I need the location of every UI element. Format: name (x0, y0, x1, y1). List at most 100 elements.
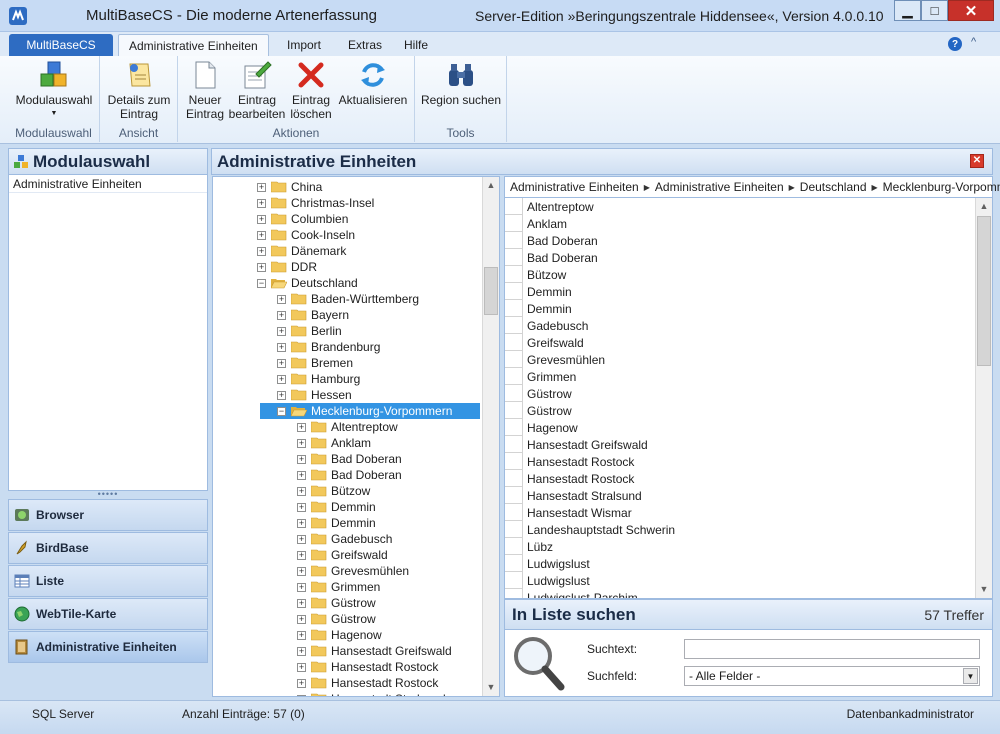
tree-node[interactable]: + Bremen (277, 355, 353, 371)
region-search-button[interactable]: Region suchen (420, 60, 502, 107)
minimize-button[interactable]: ▁ (894, 0, 921, 21)
list-item[interactable]: Gadebusch (505, 317, 974, 334)
collapse-icon[interactable]: − (277, 406, 286, 416)
row-selector[interactable] (505, 334, 523, 351)
scroll-thumb[interactable] (484, 267, 498, 315)
tree-scrollbar[interactable]: ▲ ▼ (482, 177, 499, 696)
expand-icon[interactable]: + (297, 454, 306, 464)
new-entry-button[interactable]: Neuer Eintrag (183, 60, 227, 121)
list-item[interactable]: Altentreptow (505, 198, 974, 215)
breadcrumb-item[interactable]: Deutschland (800, 180, 867, 194)
row-selector[interactable] (505, 283, 523, 300)
close-window-button[interactable]: ✕ (948, 0, 994, 21)
list-item[interactable]: Greifswald (505, 334, 974, 351)
tree-node[interactable]: + Hansestadt Stralsund (297, 691, 446, 696)
expand-icon[interactable]: + (297, 646, 306, 656)
expand-icon[interactable]: + (257, 198, 266, 208)
tree-node[interactable]: + Gadebusch (297, 531, 392, 547)
expand-icon[interactable]: + (277, 390, 286, 400)
tree-node[interactable]: + Anklam (297, 435, 371, 451)
breadcrumb-item[interactable]: Mecklenburg-Vorpommern (883, 180, 1000, 194)
row-selector[interactable] (505, 351, 523, 368)
nav-birdbase[interactable]: BirdBase (8, 532, 208, 564)
expand-icon[interactable]: + (297, 566, 306, 576)
expand-icon[interactable]: + (257, 262, 266, 272)
row-selector[interactable] (505, 385, 523, 402)
list-item[interactable]: Grevesmühlen (505, 351, 974, 368)
tree-node[interactable]: + Hamburg (277, 371, 360, 387)
tree-node[interactable]: + DDR (257, 259, 317, 275)
row-selector[interactable] (505, 487, 523, 504)
row-selector[interactable] (505, 453, 523, 470)
tab-hilfe[interactable]: Hilfe (394, 34, 438, 56)
expand-icon[interactable]: + (297, 486, 306, 496)
row-selector[interactable] (505, 300, 523, 317)
refresh-button[interactable]: Aktualisieren (335, 60, 411, 107)
tree-node[interactable]: + Baden-Württemberg (277, 291, 419, 307)
expand-icon[interactable]: + (277, 342, 286, 352)
expand-icon[interactable]: + (257, 182, 266, 192)
tree-node[interactable]: + Brandenburg (277, 339, 380, 355)
list-item[interactable]: Bützow (505, 266, 974, 283)
app-menu-tab[interactable]: MultiBaseCS (9, 34, 113, 56)
list-item[interactable]: Hansestadt Rostock (505, 470, 974, 487)
expand-icon[interactable]: + (277, 294, 286, 304)
expand-icon[interactable]: + (297, 502, 306, 512)
list-item[interactable]: Demmin (505, 300, 974, 317)
list-item[interactable]: Ludwigslust (505, 572, 974, 589)
search-field-select[interactable]: - Alle Felder - ▼ (684, 666, 980, 686)
collapse-icon[interactable]: − (257, 278, 266, 288)
list-item[interactable]: Güstrow (505, 402, 974, 419)
row-selector[interactable] (505, 368, 523, 385)
list-scrollbar[interactable]: ▲ ▼ (975, 198, 992, 598)
row-selector[interactable] (505, 521, 523, 538)
expand-icon[interactable]: + (297, 694, 306, 696)
row-selector[interactable] (505, 249, 523, 266)
expand-icon[interactable]: + (277, 358, 286, 368)
tree-node[interactable]: + Grevesmühlen (297, 563, 409, 579)
tree-node[interactable]: + Bayern (277, 307, 349, 323)
row-selector[interactable] (505, 470, 523, 487)
tree-node[interactable]: + Bützow (297, 483, 370, 499)
list-item[interactable]: Güstrow (505, 385, 974, 402)
tree-node[interactable]: + Hansestadt Rostock (297, 659, 438, 675)
list-item[interactable]: Hansestadt Rostock (505, 453, 974, 470)
expand-icon[interactable]: + (297, 662, 306, 672)
row-selector[interactable] (505, 402, 523, 419)
expand-icon[interactable]: + (277, 310, 286, 320)
tree-node[interactable]: + Columbien (257, 211, 348, 227)
tree-node[interactable]: + Bad Doberan (297, 451, 402, 467)
tree-node[interactable]: − Deutschland (257, 275, 358, 291)
list-item[interactable]: Grimmen (505, 368, 974, 385)
expand-icon[interactable]: + (257, 214, 266, 224)
modulauswahl-button[interactable]: Modulauswahl ▼ (12, 60, 96, 121)
list-item[interactable]: Bad Doberan (505, 249, 974, 266)
scroll-down-icon[interactable]: ▼ (976, 581, 992, 598)
tree-node[interactable]: + Altentreptow (297, 419, 398, 435)
chevron-down-icon[interactable]: ▼ (963, 668, 978, 684)
list-item[interactable]: Demmin (505, 283, 974, 300)
nav-browser[interactable]: Browser (8, 499, 208, 531)
row-selector[interactable] (505, 419, 523, 436)
tree-node[interactable]: + Dänemark (257, 243, 346, 259)
row-selector[interactable] (505, 198, 523, 215)
list-item[interactable]: Lübz (505, 538, 974, 555)
expand-icon[interactable]: + (297, 534, 306, 544)
row-selector[interactable] (505, 589, 523, 598)
delete-entry-button[interactable]: Eintrag löschen (288, 60, 334, 121)
expand-icon[interactable]: + (277, 374, 286, 384)
list-item[interactable]: Landeshauptstadt Schwerin (505, 521, 974, 538)
list-item[interactable]: Ludwigslust-Parchim (505, 589, 974, 598)
expand-icon[interactable]: + (297, 422, 306, 432)
tree-node[interactable]: + Grimmen (297, 579, 380, 595)
tree-node[interactable]: + Demmin (297, 515, 376, 531)
tree-node[interactable]: + Hessen (277, 387, 352, 403)
tree-node[interactable]: + Hansestadt Greifswald (297, 643, 452, 659)
row-selector[interactable] (505, 555, 523, 572)
list-item[interactable]: Anklam (505, 215, 974, 232)
row-selector[interactable] (505, 232, 523, 249)
list-item[interactable]: Hansestadt Wismar (505, 504, 974, 521)
row-selector[interactable] (505, 266, 523, 283)
tree-node[interactable]: + China (257, 179, 322, 195)
tree-node[interactable]: + Hagenow (297, 627, 382, 643)
